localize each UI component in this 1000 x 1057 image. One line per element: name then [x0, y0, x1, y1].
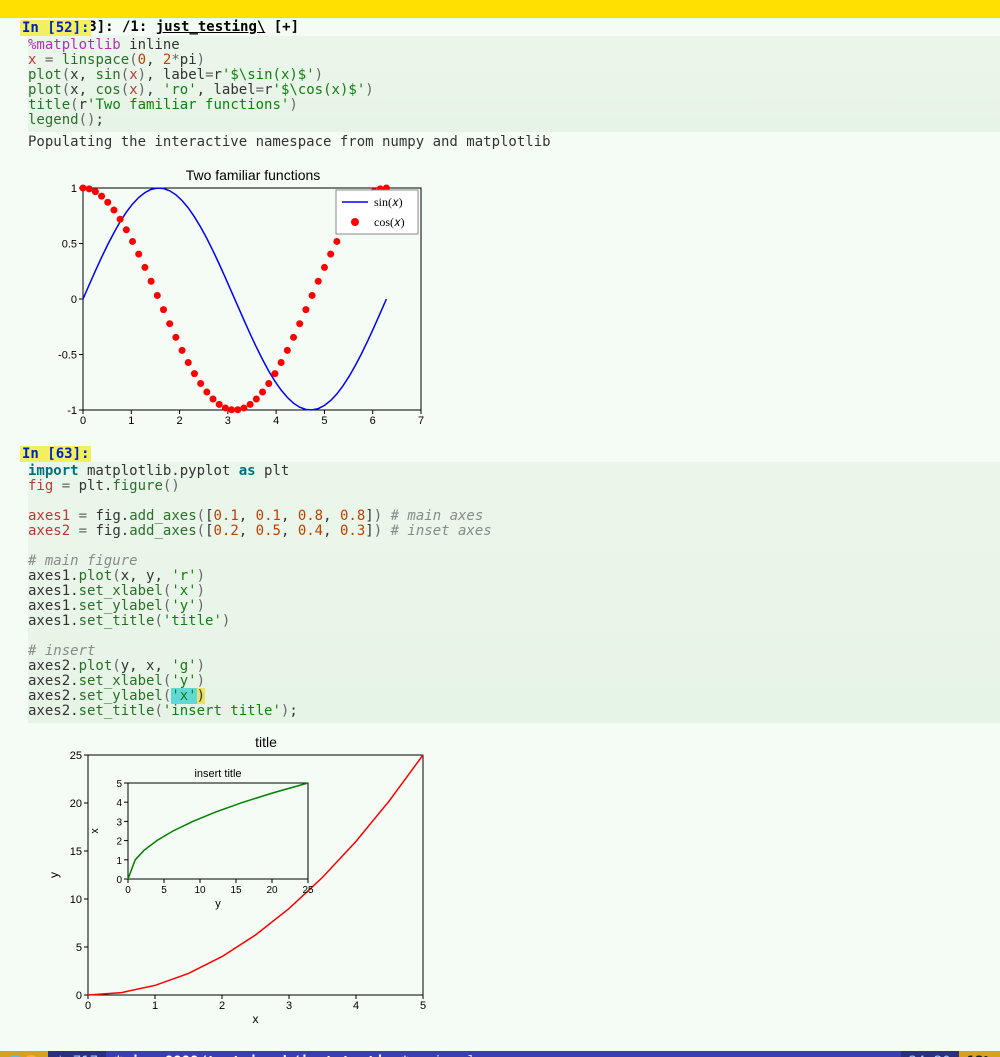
svg-text:15: 15 — [230, 885, 242, 896]
svg-text:6: 6 — [370, 415, 376, 427]
cell-prompt: In [52]: — [20, 20, 91, 36]
svg-text:25: 25 — [302, 885, 314, 896]
svg-text:title: title — [255, 734, 277, 750]
svg-text:5: 5 — [420, 1000, 426, 1012]
svg-text:1: 1 — [128, 415, 134, 427]
svg-text:3: 3 — [286, 1000, 292, 1012]
svg-text:2: 2 — [219, 1000, 225, 1012]
svg-text:Two familiar functions: Two familiar functions — [186, 167, 321, 183]
svg-text:y: y — [215, 898, 221, 910]
editor-window: IP[63]: /1: just_testing\ [+] In [52]: %… — [0, 0, 1000, 1051]
cell-prompt: In [63]: — [20, 446, 91, 462]
svg-text:y: y — [47, 872, 61, 878]
svg-text:4: 4 — [116, 798, 122, 809]
editor-body[interactable]: In [52]: %matplotlib inline x = linspace… — [0, 18, 1000, 1051]
svg-text:3: 3 — [225, 415, 231, 427]
svg-text:4: 4 — [353, 1000, 359, 1012]
svg-text:10: 10 — [194, 885, 206, 896]
svg-text:0.5: 0.5 — [62, 239, 77, 251]
svg-text:sin(𝑥): sin(𝑥) — [374, 195, 403, 209]
svg-text:5: 5 — [76, 942, 82, 954]
sb-modified: * 717 — [48, 1051, 106, 1057]
svg-text:0: 0 — [71, 294, 77, 306]
svg-text:x: x — [89, 828, 101, 834]
svg-text:insert title: insert title — [194, 768, 241, 780]
svg-text:5: 5 — [321, 415, 327, 427]
svg-text:1: 1 — [71, 183, 77, 195]
svg-text:0: 0 — [85, 1000, 91, 1012]
svg-text:0: 0 — [76, 990, 82, 1002]
svg-text:25: 25 — [70, 750, 82, 762]
status-bar: 2 1 * 717 *ein: 8888/test.ipynb/just_tes… — [0, 1051, 1000, 1057]
sb-pos: 34:20 — [901, 1051, 959, 1057]
figure-title-with-inset: title 0 1 2 3 4 5 0 5 10 15 20 25 x y 0 5 10 15 20 25 0 1 2 3 4… — [28, 733, 438, 1033]
sb-left-badges: 2 1 — [0, 1051, 48, 1057]
svg-text:2: 2 — [116, 837, 122, 848]
svg-text:1: 1 — [116, 856, 122, 867]
svg-text:15: 15 — [70, 846, 82, 858]
svg-text:4: 4 — [273, 415, 279, 427]
svg-text:-0.5: -0.5 — [58, 350, 77, 362]
svg-text:20: 20 — [70, 798, 82, 810]
cell-52[interactable]: In [52]: %matplotlib inline x = linspace… — [28, 20, 1000, 436]
svg-text:0: 0 — [116, 875, 122, 886]
svg-text:5: 5 — [161, 885, 167, 896]
sb-pct: 13% — [959, 1051, 1000, 1057]
svg-text:3: 3 — [116, 817, 122, 828]
cell-63[interactable]: In [63]: import matplotlib.pyplot as plt… — [28, 446, 1000, 1033]
svg-text:10: 10 — [70, 894, 82, 906]
svg-text:2: 2 — [177, 415, 183, 427]
svg-text:cos(𝑥): cos(𝑥) — [374, 215, 405, 229]
tabbar-suffix: [+] — [265, 19, 299, 35]
cell-63-code[interactable]: import matplotlib.pyplot as plt fig = pl… — [28, 462, 1000, 723]
cell-52-code[interactable]: %matplotlib inline x = linspace(0, 2*pi)… — [28, 36, 1000, 132]
svg-text:-1: -1 — [67, 405, 77, 417]
sb-mode: ein:ml — [417, 1051, 484, 1057]
svg-text:x: x — [253, 1012, 259, 1026]
svg-text:0: 0 — [125, 885, 131, 896]
desktop: IP[63]: /1: just_testing\ [+] In [52]: %… — [0, 0, 1000, 1057]
tab-just-testing[interactable]: just_testing\ — [156, 18, 266, 36]
svg-text:0: 0 — [80, 415, 86, 427]
svg-text:5: 5 — [116, 779, 122, 790]
figure-two-familiar-functions: Two familiar functions 0 1 2 3 4 5 6 7 -1 -0.5 0 0.… — [28, 166, 428, 436]
tab-bar[interactable]: IP[63]: /1: just_testing\ [+] — [0, 0, 1000, 18]
svg-text:20: 20 — [266, 885, 278, 896]
svg-text:7: 7 — [418, 415, 424, 427]
svg-text:1: 1 — [152, 1000, 158, 1012]
sb-buffer-name: *ein: 8888/test.ipynb/just_testing* — [106, 1051, 417, 1057]
cell-52-stdout: Populating the interactive namespace fro… — [28, 132, 1000, 156]
